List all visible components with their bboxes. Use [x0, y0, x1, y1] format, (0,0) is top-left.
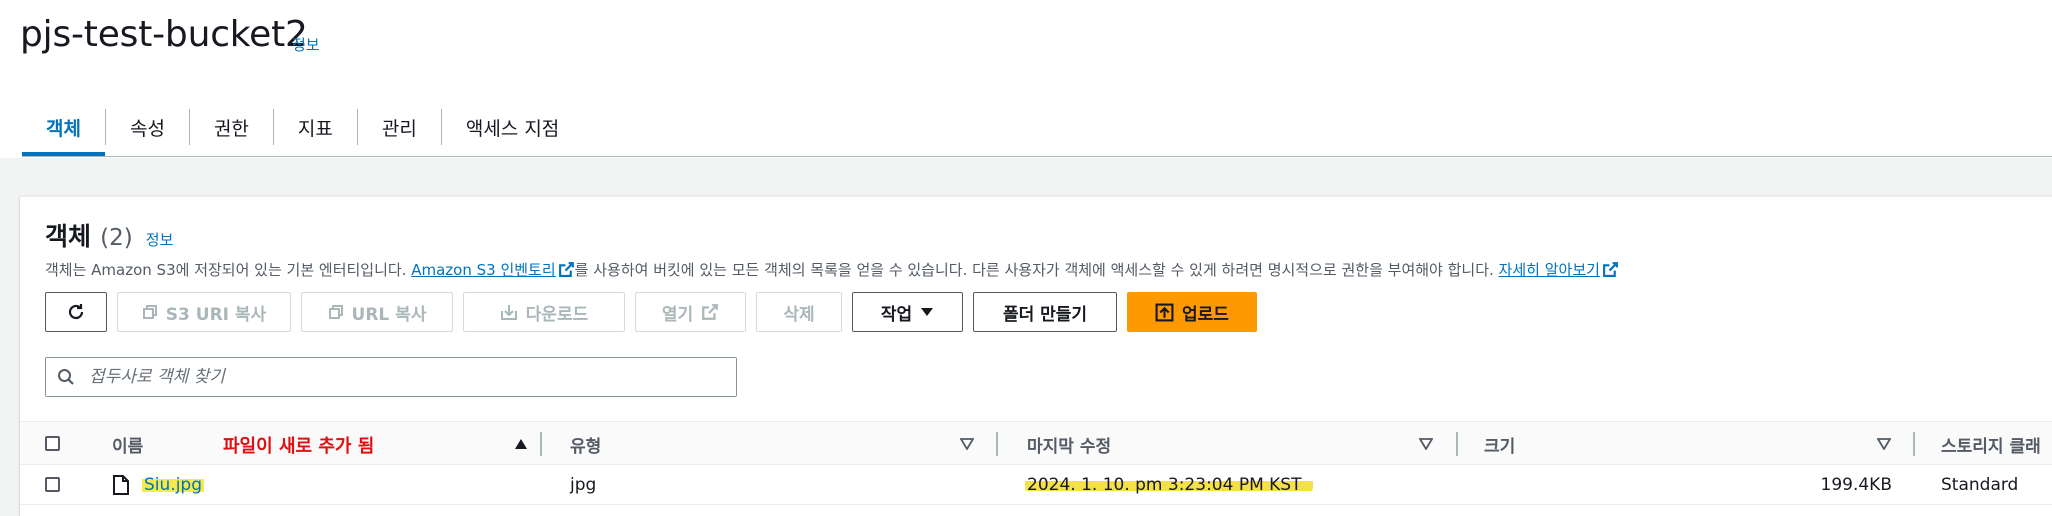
panel-header: 객체 (2) 정보 [45, 217, 173, 253]
upload-label: 업로드 [1182, 304, 1229, 325]
caret-down-icon [921, 308, 934, 316]
description-text: 객체는 Amazon S3에 저장되어 있는 기본 엔터티입니다. [45, 261, 412, 279]
external-link-icon [558, 262, 574, 277]
upload-button[interactable]: 업로드 [1127, 292, 1257, 332]
copy-s3-uri-button[interactable]: S3 URI 복사 [117, 292, 291, 332]
page-title: pjs-test-bucket2 [20, 14, 308, 55]
column-header-storage-class[interactable]: 스토리지 클래 [1941, 422, 2041, 466]
row-checkbox[interactable] [45, 477, 60, 492]
new-file-annotation: 파일이 새로 추가 됨 [223, 436, 375, 457]
column-header-size[interactable]: 크기 [1484, 422, 1515, 466]
copy-url-label: URL 복사 [351, 304, 427, 325]
name-cell: Siu.jpg [112, 465, 204, 505]
search-box [45, 357, 737, 397]
sort-icon[interactable] [1419, 438, 1433, 450]
tab-permissions[interactable]: 권한 [190, 98, 273, 156]
create-folder-button[interactable]: 폴더 만들기 [973, 292, 1117, 332]
create-folder-label: 폴더 만들기 [1002, 304, 1088, 325]
delete-label: 삭제 [783, 304, 815, 325]
copy-s3-uri-label: S3 URI 복사 [165, 304, 267, 325]
tab-properties[interactable]: 속성 [106, 98, 189, 156]
copy-icon [142, 305, 157, 319]
upload-icon [1155, 303, 1174, 321]
column-header-last-modified[interactable]: 마지막 수정 [1027, 422, 1111, 466]
table-header: 이름 파일이 새로 추가 됨 유형 마지막 수정 크기 스토리지 클래 [20, 421, 2052, 465]
tab-access-points[interactable]: 액세스 지점 [442, 98, 583, 156]
type-cell: jpg [570, 475, 597, 495]
storage-class-cell: Standard [1941, 475, 2019, 495]
column-divider[interactable] [1456, 432, 1458, 456]
learn-more-link[interactable]: 자세히 알아보기 [1499, 261, 1600, 279]
panel-description: 객체는 Amazon S3에 저장되어 있는 기본 엔터티입니다. Amazon… [45, 259, 1619, 280]
download-button[interactable]: 다운로드 [463, 292, 625, 332]
file-icon [113, 475, 129, 495]
external-link-icon [1602, 262, 1618, 277]
table-row: Siu.jpg jpg 2024. 1. 10. pm 3:23:04 PM K… [20, 465, 2052, 505]
column-header-name[interactable]: 이름 [112, 422, 143, 466]
tab-management[interactable]: 관리 [358, 98, 441, 156]
object-count: (2) [100, 225, 133, 251]
select-all-checkbox[interactable] [45, 436, 60, 451]
open-label: 열기 [661, 304, 694, 325]
panel-info-link[interactable]: 정보 [146, 231, 174, 249]
column-divider[interactable] [996, 432, 998, 456]
refresh-button[interactable] [45, 292, 107, 332]
tab-bar: 객체 속성 권한 지표 관리 액세스 지점 [22, 98, 583, 156]
objects-panel: 객체 (2) 정보 객체는 Amazon S3에 저장되어 있는 기본 엔터티입… [20, 196, 2052, 516]
panel-title: 객체 [45, 222, 92, 251]
refresh-icon [68, 304, 84, 320]
page-header: pjs-test-bucket2 정보 객체 속성 권한 지표 관리 액세스 지… [0, 0, 2052, 158]
size-cell: 199.4KB [1820, 475, 1892, 495]
delete-button[interactable]: 삭제 [756, 292, 842, 332]
sort-icon[interactable] [1877, 438, 1891, 450]
file-name-link[interactable]: Siu.jpg [142, 475, 204, 495]
column-divider[interactable] [1913, 432, 1915, 456]
search-input[interactable] [87, 366, 707, 388]
column-divider[interactable] [540, 432, 542, 456]
actions-dropdown-button[interactable]: 작업 [852, 292, 963, 332]
last-modified-cell: 2024. 1. 10. pm 3:23:04 PM KST [1025, 465, 1314, 505]
description-text: 를 사용하여 버킷에 있는 모든 객체의 목록을 얻을 수 있습니다. 다른 사… [574, 261, 1499, 279]
download-label: 다운로드 [525, 304, 589, 325]
actions-label: 작업 [880, 304, 913, 325]
last-modified-text: 2024. 1. 10. pm 3:23:04 PM KST [1025, 475, 1314, 495]
open-button[interactable]: 열기 [635, 292, 746, 332]
tab-bar-border [22, 156, 2052, 157]
sort-ascending-icon[interactable] [514, 438, 528, 450]
tab-objects[interactable]: 객체 [22, 98, 105, 156]
column-header-type[interactable]: 유형 [570, 422, 601, 466]
copy-icon [328, 305, 343, 319]
copy-url-button[interactable]: URL 복사 [301, 292, 453, 332]
inventory-link[interactable]: Amazon S3 인벤토리 [411, 261, 555, 279]
tab-metrics[interactable]: 지표 [274, 98, 357, 156]
sort-icon[interactable] [960, 438, 974, 450]
external-link-icon [702, 304, 719, 320]
search-icon [58, 369, 74, 385]
title-info-link[interactable]: 정보 [292, 34, 320, 55]
download-icon [500, 305, 517, 320]
